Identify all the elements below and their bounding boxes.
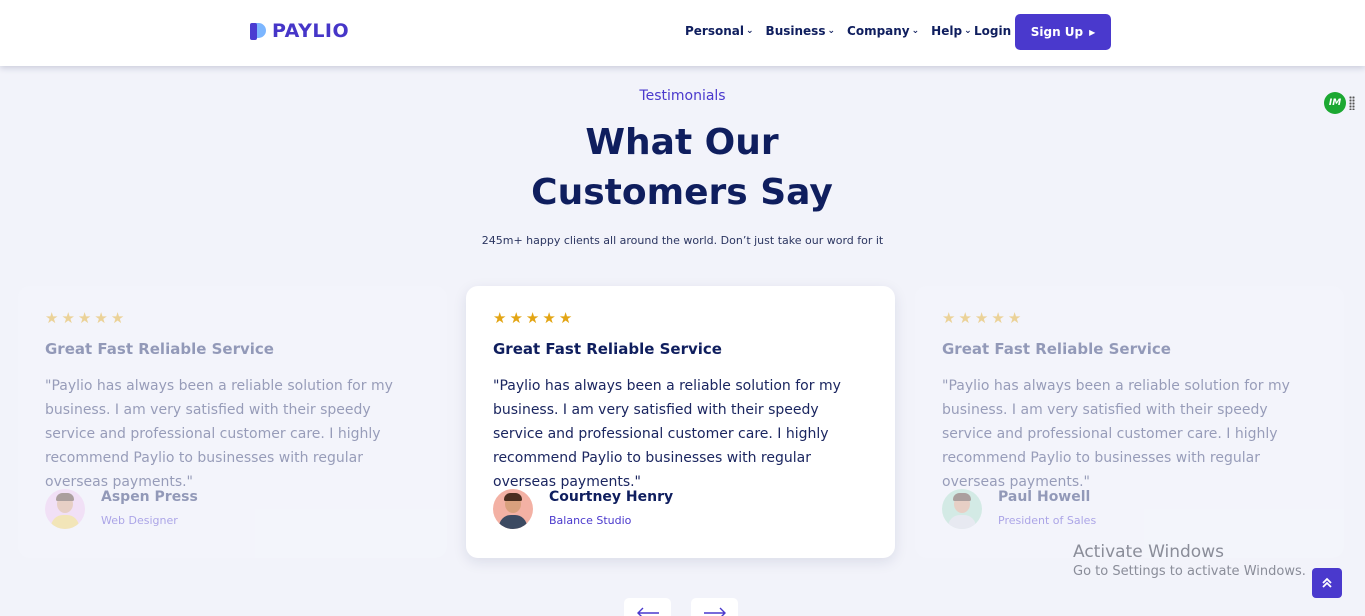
nav-item-business[interactable]: Business ⌄ bbox=[766, 24, 835, 38]
star-icon: ★ bbox=[958, 309, 972, 327]
chevron-down-icon: ⌄ bbox=[911, 26, 920, 36]
nav-item-personal[interactable]: Personal ⌄ bbox=[685, 24, 754, 38]
nav-item-label: Company bbox=[847, 24, 910, 38]
login-link[interactable]: Login bbox=[974, 24, 1011, 38]
signup-label: Sign Up bbox=[1030, 25, 1084, 39]
testimonial-title: Great Fast Reliable Service bbox=[942, 340, 1171, 358]
carousel-next-button[interactable] bbox=[691, 598, 738, 616]
rating-stars: ★ ★ ★ ★ ★ bbox=[493, 310, 868, 326]
rating-stars: ★ ★ ★ ★ ★ bbox=[942, 310, 1317, 326]
testimonial-author: Courtney Henry Balance Studio bbox=[493, 489, 673, 529]
nav-item-label: Help bbox=[931, 24, 963, 38]
section-eyebrow: Testimonials bbox=[639, 88, 726, 104]
section-subtext: 245m+ happy clients all around the world… bbox=[481, 234, 884, 247]
author-role: Balance Studio bbox=[549, 514, 632, 527]
author-role: President of Sales bbox=[998, 514, 1097, 527]
carousel-prev-button[interactable] bbox=[624, 598, 671, 616]
testimonial-title: Great Fast Reliable Service bbox=[493, 340, 722, 358]
avatar bbox=[45, 489, 85, 529]
author-name: Paul Howell bbox=[998, 489, 1091, 505]
section-heading: What Our Customers Say bbox=[531, 122, 833, 213]
arrow-right-icon bbox=[703, 607, 726, 616]
chevron-down-icon: ⌄ bbox=[827, 26, 836, 36]
star-icon: ★ bbox=[991, 309, 1005, 327]
nav-item-label: Personal bbox=[685, 24, 744, 38]
testimonial-card[interactable]: ★ ★ ★ ★ ★ Great Fast Reliable Service "P… bbox=[915, 286, 1344, 558]
top-navbar: PAYLIO Personal ⌄ Business ⌄ Company ⌄ H… bbox=[0, 0, 1365, 66]
brand-logo[interactable]: PAYLIO bbox=[250, 20, 349, 42]
chevron-down-icon: ⌄ bbox=[746, 26, 754, 36]
rating-stars: ★ ★ ★ ★ ★ bbox=[45, 310, 420, 326]
avatar bbox=[942, 489, 982, 529]
main-nav: Personal ⌄ Business ⌄ Company ⌄ Help ⌄ bbox=[685, 24, 972, 38]
star-icon: ★ bbox=[94, 309, 108, 327]
browser-extension-icon[interactable]: IM bbox=[1324, 92, 1346, 114]
signup-button[interactable]: Sign Up ▶ bbox=[1015, 14, 1111, 50]
watermark-subtitle: Go to Settings to activate Windows. bbox=[1073, 564, 1306, 579]
star-icon: ★ bbox=[61, 309, 75, 327]
avatar bbox=[493, 489, 533, 529]
double-chevron-up-icon bbox=[1322, 577, 1332, 588]
testimonial-quote: "Paylio has always been a reliable solut… bbox=[45, 378, 393, 490]
nav-item-label: Business bbox=[765, 24, 826, 38]
testimonial-author: Paul Howell President of Sales bbox=[942, 489, 1096, 529]
star-icon: ★ bbox=[1007, 309, 1022, 327]
logo-mark-icon bbox=[250, 20, 268, 42]
star-icon: ★ bbox=[45, 309, 59, 327]
author-role: Web Designer bbox=[101, 514, 178, 527]
star-icon: ★ bbox=[509, 309, 523, 327]
nav-item-company[interactable]: Company ⌄ bbox=[847, 24, 919, 38]
chevron-down-icon: ⌄ bbox=[964, 26, 972, 36]
os-activation-watermark: Activate Windows Go to Settings to activ… bbox=[1073, 542, 1306, 579]
nav-item-help[interactable]: Help ⌄ bbox=[931, 24, 971, 38]
author-name: Courtney Henry bbox=[549, 489, 674, 505]
testimonial-quote: "Paylio has always been a reliable solut… bbox=[493, 378, 841, 490]
star-icon: ★ bbox=[974, 309, 989, 327]
star-icon: ★ bbox=[942, 309, 956, 327]
scroll-to-top-button[interactable] bbox=[1312, 568, 1342, 598]
arrow-left-icon bbox=[636, 607, 659, 616]
testimonial-card-active[interactable]: ★ ★ ★ ★ ★ Great Fast Reliable Service "P… bbox=[466, 286, 895, 558]
testimonial-title: Great Fast Reliable Service bbox=[45, 340, 274, 358]
star-icon: ★ bbox=[493, 309, 507, 327]
testimonial-card[interactable]: ★ ★ ★ ★ ★ Great Fast Reliable Service "P… bbox=[18, 286, 447, 558]
testimonial-author: Aspen Press Web Designer bbox=[45, 489, 198, 529]
star-icon: ★ bbox=[558, 309, 573, 327]
brand-name: PAYLIO bbox=[272, 20, 350, 42]
star-icon: ★ bbox=[77, 309, 92, 327]
caret-right-icon: ▶ bbox=[1089, 27, 1096, 37]
testimonial-quote: "Paylio has always been a reliable solut… bbox=[942, 378, 1290, 490]
star-icon: ★ bbox=[525, 309, 540, 327]
watermark-title: Activate Windows bbox=[1073, 542, 1224, 562]
star-icon: ★ bbox=[542, 309, 556, 327]
author-name: Aspen Press bbox=[101, 489, 198, 505]
star-icon: ★ bbox=[110, 309, 125, 327]
